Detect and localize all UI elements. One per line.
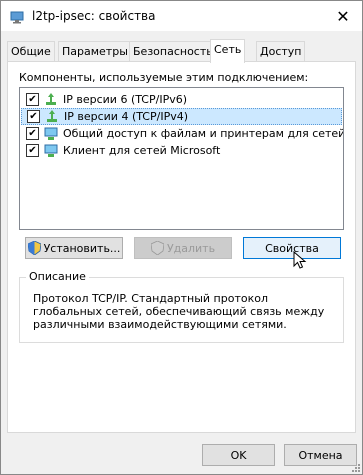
tab-label: Общие	[11, 45, 51, 58]
tab-parameters[interactable]: Параметры	[58, 41, 132, 61]
network-protocol-icon	[47, 109, 57, 122]
properties-button[interactable]: Свойства	[243, 237, 341, 259]
close-button[interactable]: ✕	[327, 3, 359, 29]
properties-label: Свойства	[265, 241, 319, 255]
checkbox[interactable]: ✔	[26, 144, 39, 157]
ok-label: OK	[230, 448, 247, 462]
cancel-label: Отмена	[298, 448, 343, 462]
components-list[interactable]: ✔ IP версии 6 (TCP/IPv6) ✔ IP версии 4 (…	[19, 87, 344, 230]
resize-grip-icon[interactable]	[351, 463, 361, 473]
cancel-button[interactable]: Отмена	[284, 444, 357, 466]
mouse-pointer-icon	[293, 251, 307, 269]
install-label: Установить...	[43, 241, 121, 255]
ok-button[interactable]: OK	[202, 444, 275, 466]
close-icon: ✕	[336, 6, 350, 26]
remove-button[interactable]: Удалить	[134, 237, 232, 259]
uac-shield-icon	[27, 241, 41, 255]
description-text: Протокол TCP/IP. Стандартный протокол гл…	[33, 292, 325, 331]
list-item-label: IP версии 6 (TCP/IPv6)	[63, 93, 188, 106]
list-item[interactable]: ✔ Общий доступ к файлам и принтерам для …	[21, 125, 344, 142]
title-bar[interactable]: l2tp-ipsec: свойства ✕	[1, 1, 362, 31]
uac-shield-icon	[150, 241, 164, 255]
list-item[interactable]: ✔ IP версии 4 (TCP/IPv4)	[21, 108, 342, 125]
network-protocol-icon	[46, 92, 56, 105]
checkbox[interactable]: ✔	[27, 110, 40, 123]
components-label: Компоненты, используемые этим подключени…	[19, 71, 309, 84]
list-item[interactable]: ✔ Клиент для сетей Microsoft	[21, 142, 342, 159]
tab-security[interactable]: Безопасность	[129, 41, 217, 61]
tab-label: Доступ	[260, 45, 302, 58]
tab-label: Сеть	[214, 43, 242, 56]
tab-label: Параметры	[62, 45, 128, 58]
dialog-window: l2tp-ipsec: свойства ✕ Общие Параметры Б…	[0, 0, 363, 475]
tab-access[interactable]: Доступ	[256, 41, 306, 61]
tab-label: Безопасность	[133, 45, 213, 58]
description-title: Описание	[26, 270, 89, 283]
list-item-label: Клиент для сетей Microsoft	[63, 144, 221, 157]
list-item-label: IP версии 4 (TCP/IPv4)	[64, 110, 189, 123]
network-connection-icon	[10, 11, 24, 24]
network-service-icon	[44, 127, 58, 140]
remove-label: Удалить	[166, 241, 216, 255]
window-title: l2tp-ipsec: свойства	[32, 9, 156, 23]
network-client-icon	[44, 144, 58, 157]
list-item-label: Общий доступ к файлам и принтерам для се…	[63, 127, 344, 140]
tab-general[interactable]: Общие	[7, 41, 55, 61]
list-item[interactable]: ✔ IP версии 6 (TCP/IPv6)	[21, 91, 342, 108]
checkbox[interactable]: ✔	[26, 127, 39, 140]
install-button[interactable]: Установить...	[25, 237, 123, 259]
tab-network[interactable]: Сеть	[210, 39, 246, 63]
checkbox[interactable]: ✔	[26, 93, 39, 106]
